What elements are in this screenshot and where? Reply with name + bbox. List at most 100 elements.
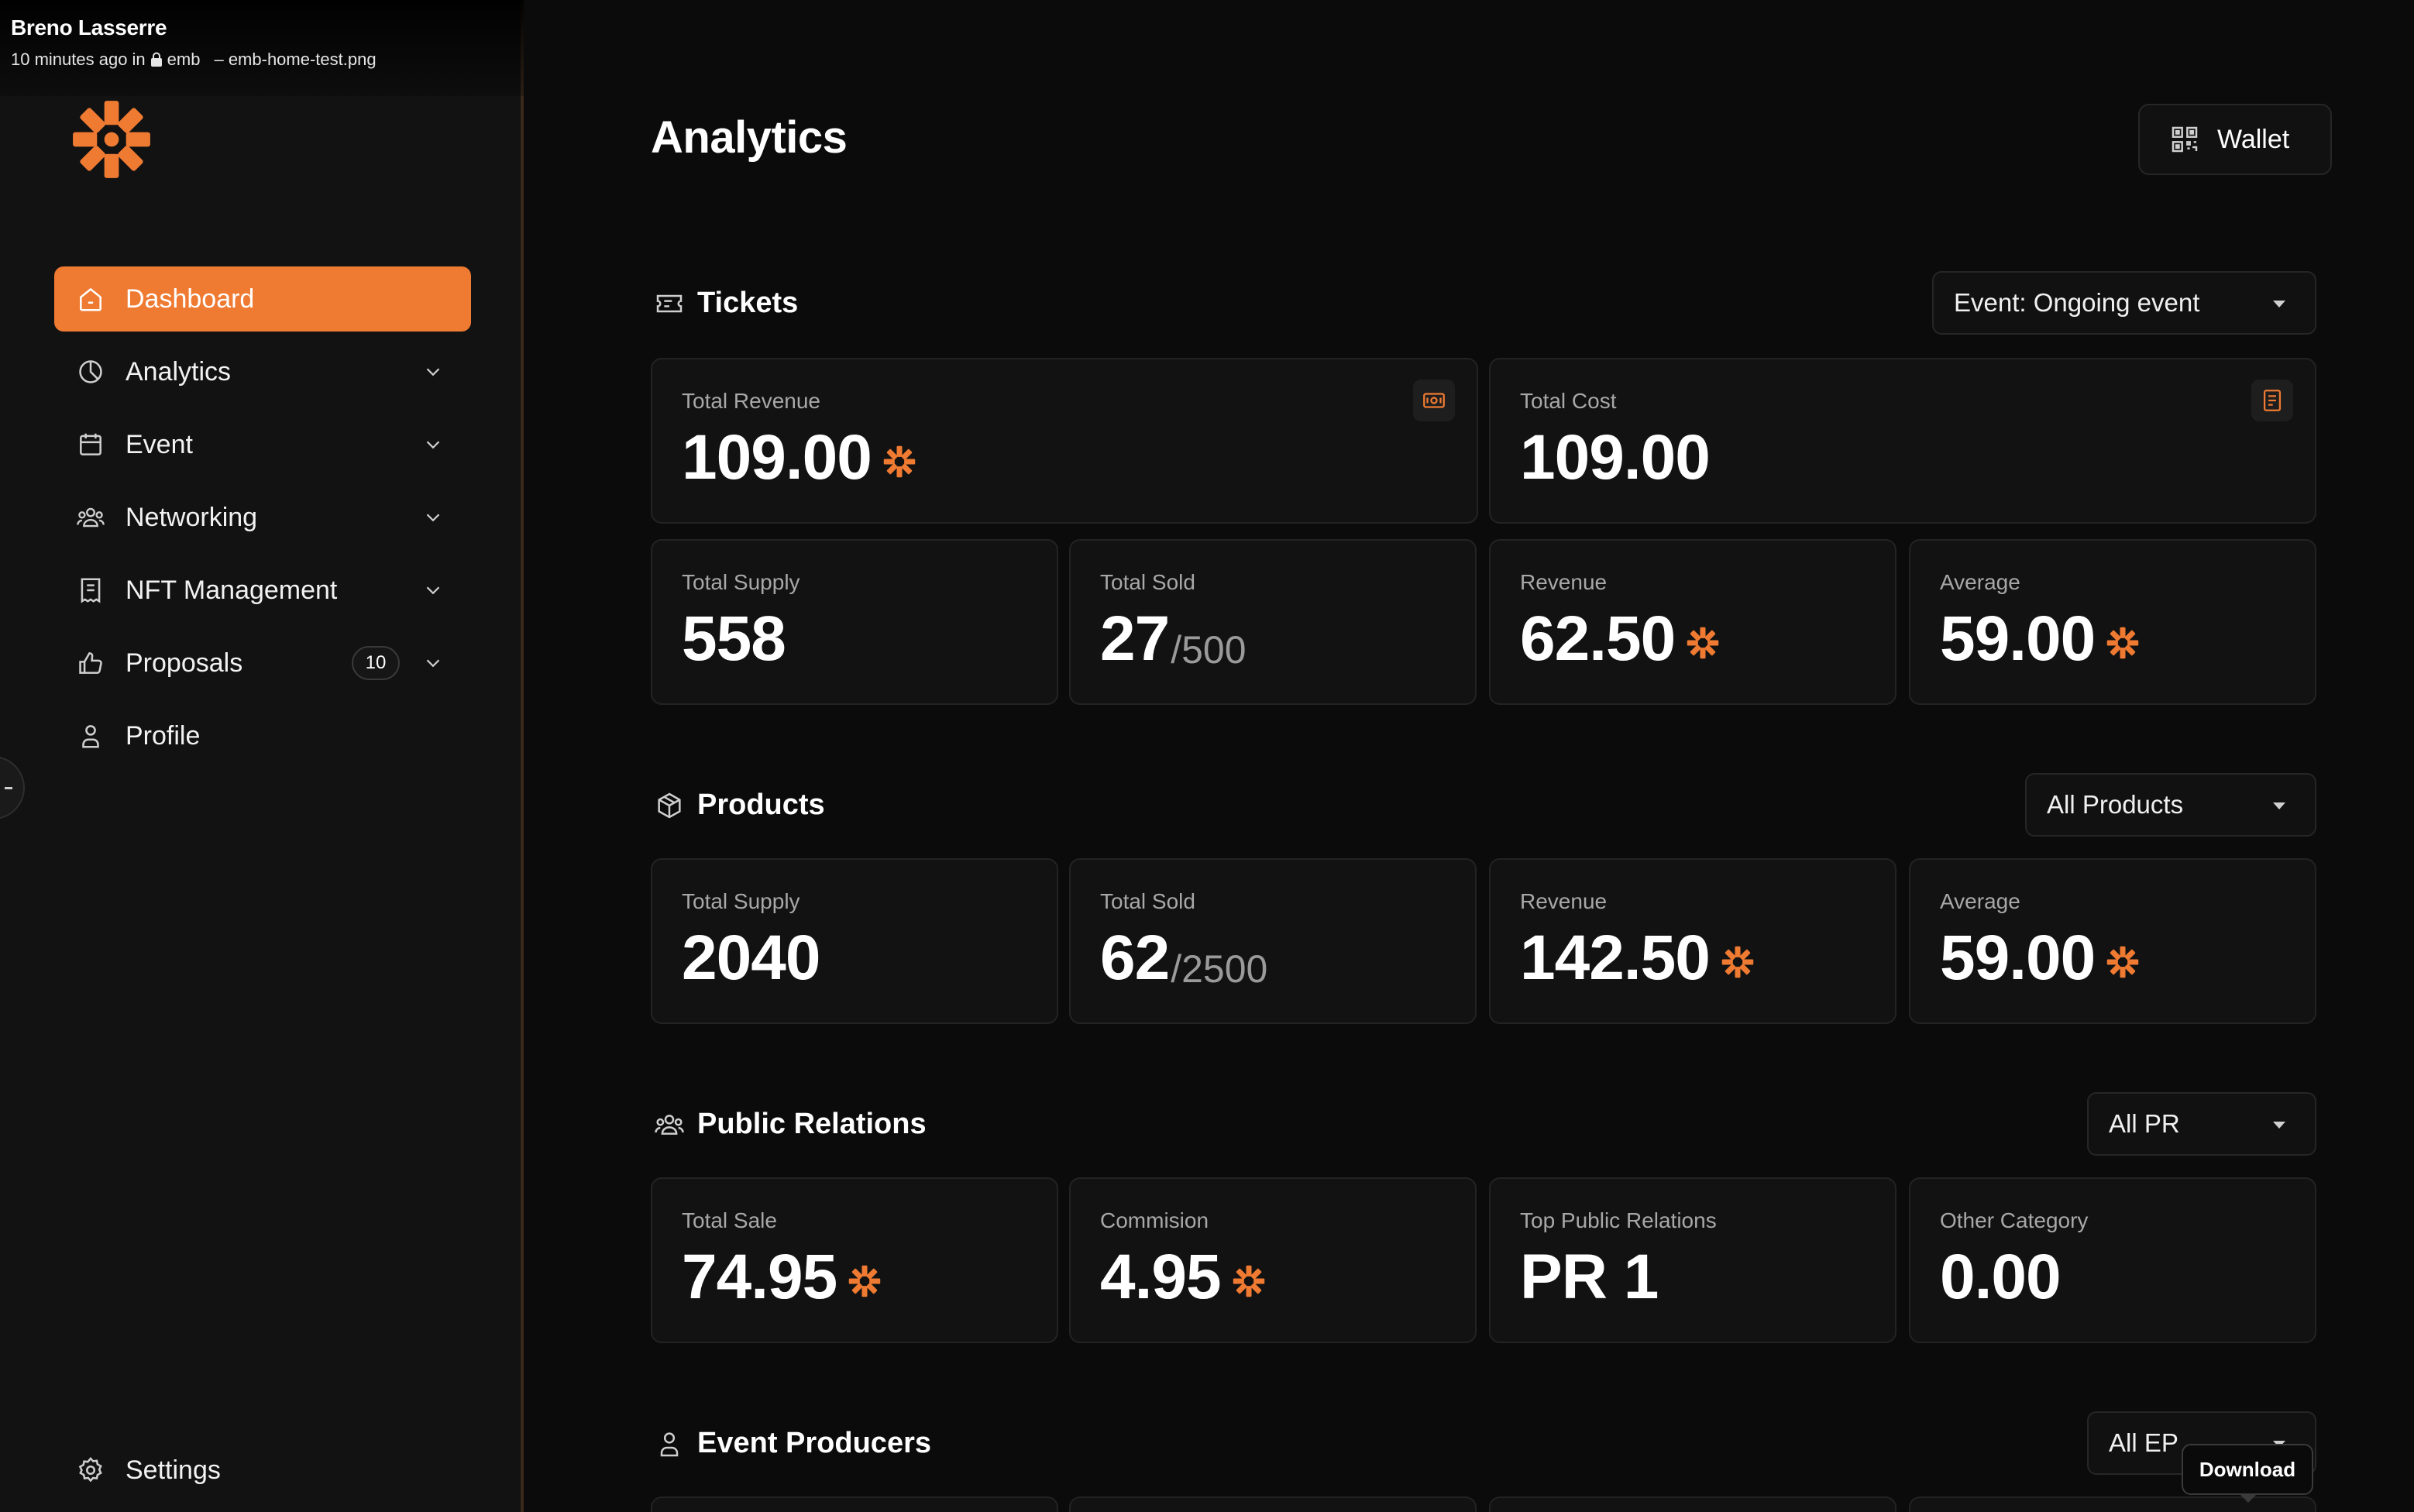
- sidebar-item-networking[interactable]: Networking: [54, 485, 471, 550]
- sidebar-item-proposals[interactable]: Proposals 10: [54, 631, 471, 696]
- tickets-average-card: Average 59.00: [1909, 539, 2316, 705]
- card-label: Revenue: [1520, 570, 1608, 594]
- card-value: 27: [1100, 603, 1170, 674]
- pr-total-sale-card: Total Sale 74.95: [651, 1177, 1058, 1343]
- products-filter-dropdown[interactable]: All Products: [2025, 773, 2316, 837]
- card-value: 109.00: [1520, 422, 1711, 493]
- card-label: Total Supply: [682, 889, 800, 913]
- download-tooltip: Download: [2182, 1444, 2313, 1503]
- sidebar-item-profile[interactable]: Profile: [54, 703, 471, 768]
- pr-top-card: Top Public Relations PR 1: [1489, 1177, 1896, 1343]
- ep-filter-value: All EP: [2109, 1428, 2178, 1457]
- gear-icon: [78, 1457, 102, 1483]
- caption-file: – emb-home-test.png: [214, 50, 377, 69]
- wallet-label: Wallet: [2217, 124, 2290, 154]
- token-icon: [2106, 627, 2139, 659]
- tickets-revenue-card: Revenue 62.50: [1489, 539, 1896, 705]
- caret-down-icon: [2273, 802, 2285, 809]
- ep-card: [1069, 1497, 1477, 1512]
- token-icon: [1687, 627, 1719, 659]
- card-value: 62.50: [1520, 603, 1676, 674]
- total-cost-card: Total Cost 109.00: [1489, 358, 2316, 524]
- total-revenue-card: Total Revenue 109.00: [651, 358, 1478, 524]
- main-content: Analytics Wallet Tickets Event: Ongoing …: [527, 0, 2414, 1512]
- token-icon: [1721, 946, 1754, 978]
- sidebar-item-nft-management[interactable]: NFT Management: [54, 558, 471, 623]
- chevron-down-icon[interactable]: [421, 433, 445, 456]
- card-value: 59.00: [1940, 603, 2096, 674]
- ep-card: [651, 1497, 1058, 1512]
- card-value: 4.95: [1100, 1242, 1222, 1312]
- ticket-icon: [656, 294, 683, 312]
- card-label: Total Sale: [682, 1208, 777, 1232]
- caption-workspace[interactable]: emb: [167, 50, 201, 70]
- public-relations-section-title: Public Relations: [654, 1108, 927, 1141]
- caret-down-icon: [2273, 301, 2285, 308]
- card-label: Total Supply: [682, 570, 800, 594]
- chevron-down-icon[interactable]: [421, 651, 445, 675]
- receipt-icon: [81, 578, 101, 603]
- tickets-total-supply-card: Total Supply 558: [651, 539, 1058, 705]
- caret-down-icon: [2273, 1122, 2285, 1129]
- brand-logo[interactable]: [70, 99, 153, 180]
- wallet-button[interactable]: Wallet: [2138, 104, 2332, 175]
- box-icon: [658, 792, 681, 818]
- proposals-count-badge: 10: [352, 646, 400, 680]
- pr-commission-card: Commision 4.95: [1069, 1177, 1477, 1343]
- chevron-down-icon[interactable]: [421, 360, 445, 383]
- sidebar-item-event[interactable]: Event: [54, 412, 471, 477]
- card-label: Total Cost: [1520, 389, 1617, 413]
- card-label: Total Revenue: [682, 389, 821, 413]
- event-filter-dropdown[interactable]: Event: Ongoing event: [1932, 271, 2316, 335]
- card-value: 2040: [682, 923, 820, 993]
- card-value: PR 1: [1520, 1242, 1659, 1312]
- home-icon: [80, 287, 101, 311]
- token-icon: [2106, 946, 2139, 978]
- card-value-suffix: /2500: [1171, 947, 1268, 991]
- thumbs-up-icon: [79, 652, 102, 674]
- caption-meta: 10 minutes ago in emb – emb-home-test.pn…: [11, 50, 524, 70]
- card-value: 142.50: [1520, 923, 1711, 993]
- card-value-suffix: /500: [1171, 628, 1247, 672]
- card-value: 109.00: [682, 422, 872, 493]
- qr-code-icon: [2172, 126, 2198, 153]
- sidebar-item-label: Proposals: [126, 648, 243, 678]
- caption-time: 10 minutes ago in: [11, 50, 146, 69]
- event-producers-section-title: Event Producers: [654, 1427, 931, 1460]
- author-name: Breno Lasserre: [11, 15, 167, 40]
- token-icon: [1233, 1265, 1264, 1297]
- sidebar-item-label: Dashboard: [126, 284, 255, 314]
- products-total-sold-card: Total Sold 62 /2500: [1069, 858, 1477, 1024]
- card-value: 0.00: [1940, 1242, 2062, 1312]
- chevron-down-icon[interactable]: [421, 506, 445, 529]
- ep-card: [1489, 1497, 1896, 1512]
- user-icon: [82, 725, 99, 748]
- chevron-down-icon[interactable]: [421, 579, 445, 602]
- tickets-section-title: Tickets: [654, 287, 798, 320]
- card-value: 558: [682, 603, 786, 674]
- pr-filter-value: All PR: [2109, 1109, 2180, 1138]
- products-average-card: Average 59.00: [1909, 858, 2316, 1024]
- token-icon: [848, 1265, 881, 1297]
- card-label: Total Sold: [1100, 570, 1195, 594]
- user-icon: [660, 1431, 679, 1456]
- card-label: Average: [1940, 570, 2020, 594]
- page-title: Analytics: [651, 112, 848, 163]
- pr-filter-dropdown[interactable]: All PR: [2087, 1092, 2316, 1156]
- sidebar-item-settings[interactable]: Settings: [54, 1438, 471, 1503]
- sidebar-item-dashboard[interactable]: Dashboard: [54, 266, 471, 332]
- share-caption: Breno Lasserre 10 minutes ago in emb – e…: [0, 0, 524, 96]
- sidebar-collapse-handle[interactable]: [0, 756, 25, 820]
- sidebar-item-label: NFT Management: [126, 575, 338, 605]
- settings-label: Settings: [126, 1455, 221, 1485]
- tickets-total-sold-card: Total Sold 27 /500: [1069, 539, 1477, 705]
- sidebar-item-analytics[interactable]: Analytics: [54, 339, 471, 404]
- cash-icon: [1413, 380, 1455, 421]
- card-label: Other Category: [1940, 1208, 2089, 1232]
- event-filter-value: Event: Ongoing event: [1954, 288, 2200, 317]
- sidebar-item-label: Profile: [126, 720, 201, 751]
- card-label: Top Public Relations: [1520, 1208, 1717, 1232]
- token-icon: [883, 445, 916, 478]
- card-value: 62: [1100, 923, 1170, 993]
- sidebar-item-label: Networking: [126, 502, 258, 532]
